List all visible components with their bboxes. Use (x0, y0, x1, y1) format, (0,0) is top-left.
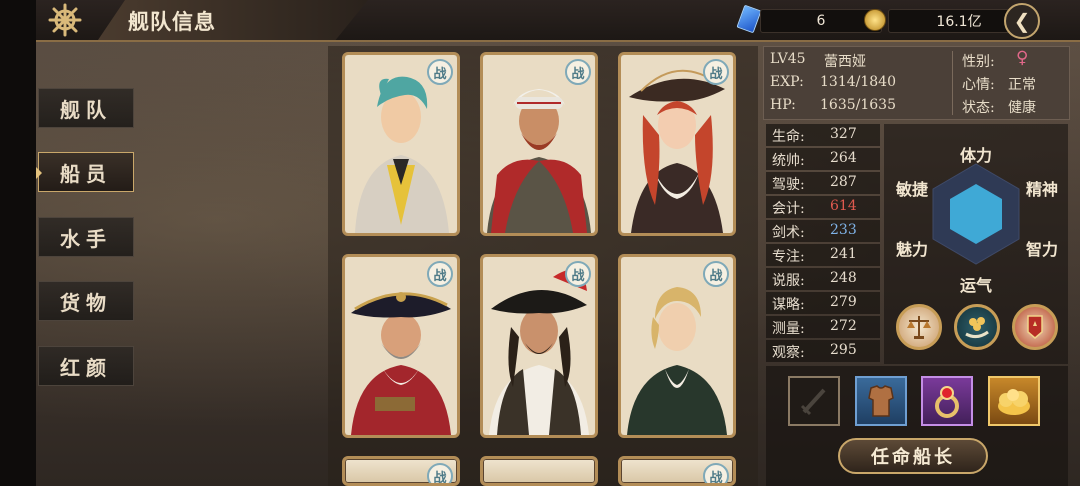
status-label: 状态: (962, 100, 995, 116)
stat-row: 生命: 327 (766, 124, 880, 146)
radar-label-intelligence: 智力 (1026, 240, 1059, 259)
battle-badge: 战 (427, 59, 453, 85)
left-edge (0, 0, 36, 486)
helm-icon[interactable] (42, 2, 88, 38)
gold-treasure-graphic (998, 389, 1030, 415)
crew-card-5[interactable]: 战 (480, 254, 598, 438)
hp-label: HP: (770, 97, 796, 113)
sidebar-item-beauties[interactable]: 红颜 (38, 346, 134, 386)
status-value: 健康 (1008, 100, 1036, 116)
stat-value: 327 (830, 126, 857, 142)
radar-label-charm: 魅力 (896, 240, 929, 259)
crew-card-3[interactable]: 战 (618, 52, 736, 236)
exp-label: EXP: (770, 74, 804, 90)
stat-row: 专注: 241 (766, 244, 880, 266)
character-info: LV45 蕾西娅 EXP: 1314/1840 HP: 1635/1635 性别… (763, 46, 1070, 120)
page-title: 舰队信息 (128, 9, 216, 34)
stat-value: 279 (830, 294, 857, 310)
stat-label: 剑术: (772, 225, 805, 241)
crew-card-9[interactable]: 战 (618, 456, 736, 486)
crew-card-1[interactable]: 战 (342, 52, 460, 236)
scales-icon-graphic (907, 316, 931, 339)
battle-badge: 战 (703, 261, 729, 287)
stat-row: 统帅: 264 (766, 148, 880, 170)
female-icon: ♀ (1016, 48, 1029, 68)
sidebar-item-fleet[interactable]: 舰队 (38, 88, 134, 128)
stat-row: 观察: 295 (766, 340, 880, 362)
stat-label: 谋略: (772, 297, 805, 313)
coins-hand-icon-graphic (965, 317, 989, 339)
crew-card-8[interactable] (480, 456, 598, 486)
stat-label: 会计: (772, 201, 805, 217)
radar-label-agility: 敏捷 (896, 180, 929, 199)
back-icon: ❮ (1013, 9, 1031, 33)
stat-row: 说服: 248 (766, 268, 880, 290)
radar-label-spirit: 精神 (1026, 180, 1059, 199)
mood-label: 心情: (962, 77, 995, 93)
sidebar-item-cargo[interactable]: 货物 (38, 281, 134, 321)
radar-label-stamina: 体力 (960, 146, 993, 165)
stat-row: 驾驶: 287 (766, 172, 880, 194)
flag-emblem-icon-graphic (1027, 315, 1043, 339)
crew-card-6[interactable]: 战 (618, 254, 736, 438)
stat-label: 统帅: (772, 153, 805, 169)
character-name: 蕾西娅 (824, 54, 866, 70)
gender-label: 性别: (962, 54, 995, 70)
sidebar-item-crew[interactable]: 船员 (36, 152, 134, 192)
crew-card-2[interactable]: 战 (480, 52, 598, 236)
sword-slot-graphic (800, 388, 826, 416)
stat-label: 生命: (772, 129, 805, 145)
battle-badge: 战 (703, 463, 729, 483)
stat-label: 说服: (772, 273, 805, 289)
armor-icon[interactable] (855, 376, 907, 426)
stat-row: 测量: 272 (766, 316, 880, 338)
stat-label: 专注: (772, 249, 805, 265)
stat-value: 272 (830, 318, 857, 334)
gold-coin-icon (864, 9, 886, 31)
stat-row: 会计: 614 (766, 196, 880, 218)
stat-value: 295 (830, 342, 857, 358)
ring-graphic (935, 386, 959, 418)
mood-value: 正常 (1008, 77, 1036, 93)
battle-badge: 战 (703, 59, 729, 85)
sidebar-item-sailors[interactable]: 水手 (38, 217, 134, 257)
radar-label-luck: 运气 (960, 276, 993, 295)
flag-emblem-icon[interactable] (1012, 304, 1058, 350)
info-divider (952, 51, 953, 115)
back-button[interactable]: ❮ (1004, 3, 1040, 39)
stat-value: 264 (830, 150, 857, 166)
stat-row: 剑术: 233 (766, 220, 880, 242)
sword-slot-icon[interactable] (788, 376, 840, 426)
coins-hand-icon[interactable] (954, 304, 1000, 350)
battle-badge: 战 (427, 261, 453, 287)
appoint-captain-button[interactable]: 任命船长 (838, 438, 988, 474)
helm-icon-graphic (48, 3, 82, 37)
battle-badge: 战 (565, 261, 591, 287)
battle-badge: 战 (427, 463, 453, 483)
hp-value: 1635/1635 (820, 97, 896, 113)
stat-label: 驾驶: (772, 177, 805, 193)
stat-value: 248 (830, 270, 857, 286)
stat-label: 测量: (772, 321, 805, 337)
crew-card-7[interactable]: 战 (342, 456, 460, 486)
stat-value: 614 (830, 198, 857, 214)
battle-badge: 战 (565, 59, 591, 85)
stats-list: 生命: 327 统帅: 264 驾驶: 287 会计: 614 剑术: 233 专注: 24… (766, 124, 880, 364)
stat-value: 287 (830, 174, 857, 190)
scales-icon[interactable] (896, 304, 942, 350)
ring-icon[interactable] (921, 376, 973, 426)
level: LV45 (770, 51, 806, 67)
stat-row: 谋略: 279 (766, 292, 880, 314)
crew-card-4[interactable]: 战 (342, 254, 460, 438)
armor-graphic (868, 385, 894, 417)
exp-value: 1314/1840 (820, 74, 896, 90)
stat-value: 233 (830, 222, 857, 238)
stat-value: 241 (830, 246, 857, 262)
stat-label: 观察: (772, 345, 805, 361)
gold-treasure-icon[interactable] (988, 376, 1040, 426)
